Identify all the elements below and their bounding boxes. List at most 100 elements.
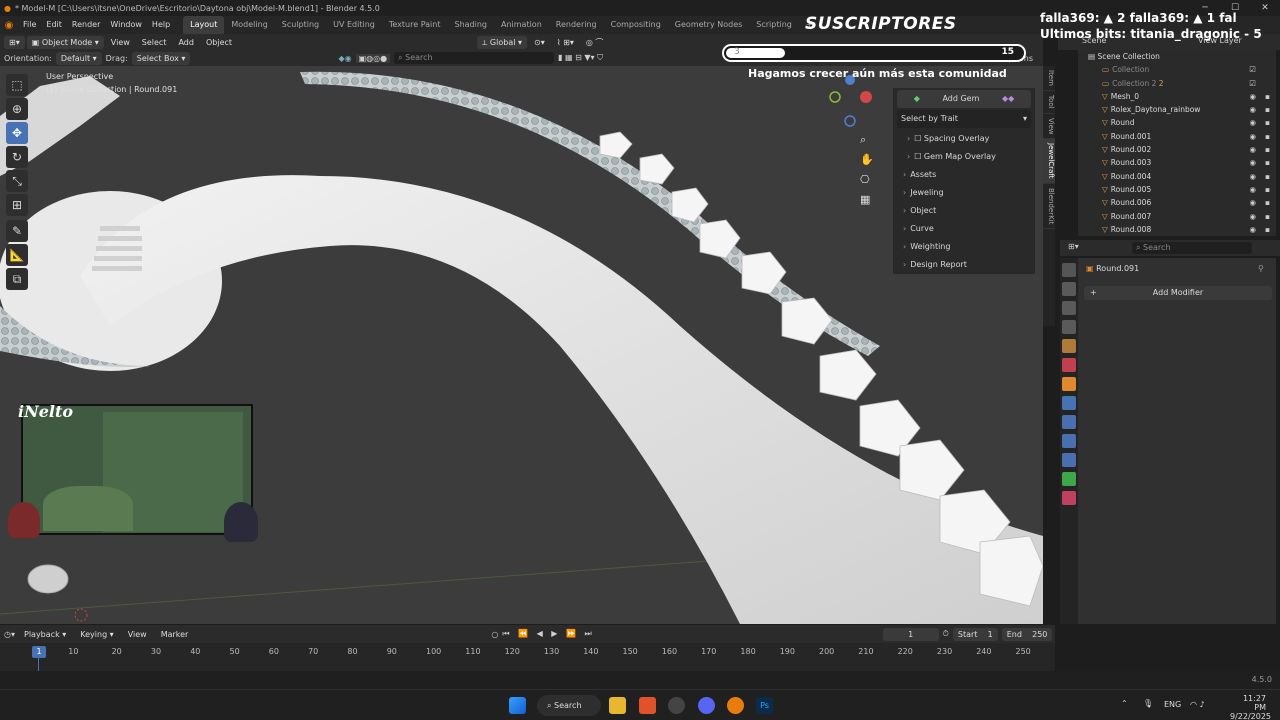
outliner-item[interactable]: ▽ Round ◉ ▪ — [1078, 116, 1276, 129]
tab-geometry-nodes[interactable]: Geometry Nodes — [668, 16, 749, 34]
camera-icon[interactable]: ▪ — [1265, 116, 1270, 129]
tab-uv-editing[interactable]: UV Editing — [326, 16, 382, 34]
view-layer-props-icon[interactable] — [1062, 320, 1076, 334]
add-modifier-button[interactable]: + Add Modifier — [1084, 286, 1272, 300]
eye-icon[interactable]: ◉ — [1249, 90, 1256, 103]
outliner-item[interactable]: ▽ Mesh_0 ◉ ▪ — [1078, 90, 1276, 103]
clock-icon[interactable]: ◷▾ — [4, 630, 15, 639]
eye-icon[interactable]: ◉ — [1249, 196, 1256, 209]
windows-start-icon[interactable] — [509, 697, 526, 714]
checkbox-icon[interactable]: ☑ — [1249, 63, 1256, 76]
properties-editor-type-icon[interactable]: ⊞▾ — [1068, 242, 1079, 251]
outliner-item[interactable]: ▽ Round.005 ◉ ▪ — [1078, 183, 1276, 196]
modifier-props-icon[interactable] — [1062, 396, 1076, 410]
outliner-item[interactable]: ▭ Collection ☑ — [1078, 63, 1276, 76]
camera-icon[interactable]: ▪ — [1265, 143, 1270, 156]
menu-edit[interactable]: Edit — [41, 16, 67, 34]
outliner-item[interactable]: ▽ Round.003 ◉ ▪ — [1078, 156, 1276, 169]
camera-icon[interactable]: ▪ — [1265, 196, 1270, 209]
select-box-icon[interactable]: ⬚ — [6, 74, 28, 96]
camera-icon[interactable]: ▪ — [1265, 156, 1270, 169]
tab-modeling[interactable]: Modeling — [224, 16, 274, 34]
gem-map-overlay-checkbox[interactable]: ☐ — [914, 152, 924, 161]
file-explorer-icon[interactable] — [609, 697, 626, 714]
photoshop-icon[interactable]: Ps — [756, 697, 773, 714]
blender-taskbar-icon[interactable] — [727, 697, 744, 714]
eye-icon[interactable]: ◉ — [1249, 130, 1256, 143]
properties-search[interactable]: ⌕ Search — [1132, 242, 1252, 254]
object-menu[interactable]: Object — [201, 36, 237, 49]
camera-icon[interactable]: ⎔ — [860, 170, 874, 190]
viewport-search[interactable]: ⌕ Search — [394, 52, 555, 64]
record-icon[interactable]: ○ — [491, 630, 498, 639]
tab-animation[interactable]: Animation — [494, 16, 549, 34]
playhead-marker[interactable]: 1 — [32, 646, 46, 658]
keying-menu[interactable]: Keying ▾ — [75, 628, 118, 641]
outliner-item[interactable]: ▽ Round.008 ◉ ▪ — [1078, 223, 1276, 236]
material-props-icon[interactable] — [1062, 491, 1076, 505]
tab-blenderkit[interactable]: BlenderKit — [1043, 184, 1055, 230]
3d-viewport[interactable]: User Perspective (1) Scene Collection | … — [0, 66, 1043, 624]
eye-icon[interactable]: ◉ — [1249, 210, 1256, 223]
data-props-icon[interactable] — [1062, 472, 1076, 486]
tab-item[interactable]: Item — [1043, 66, 1055, 91]
section-curve[interactable]: › Curve — [893, 220, 1035, 238]
camera-icon[interactable]: ▪ — [1265, 90, 1270, 103]
pivot-icon[interactable]: ⊙▾ — [529, 36, 550, 49]
add-cube-tool-icon[interactable]: ⧉ — [6, 268, 28, 290]
microphone-icon[interactable]: 🎙 — [1143, 699, 1153, 708]
clock[interactable]: 11:27 PM 9/22/2025 — [1230, 694, 1271, 720]
particles-props-icon[interactable] — [1062, 415, 1076, 429]
add-gem-button[interactable]: ◆ Add Gem ◆◆ — [897, 90, 1031, 108]
section-assets[interactable]: › Assets — [893, 166, 1035, 184]
tab-shading[interactable]: Shading — [447, 16, 494, 34]
gizmo-x-axis[interactable] — [860, 91, 872, 103]
cursor-tool-icon[interactable]: ⊕ — [6, 98, 28, 120]
add-menu[interactable]: Add — [173, 36, 199, 49]
select-menu[interactable]: Select — [137, 36, 172, 49]
transform-orientation-dropdown[interactable]: ⟂ Global ▾ — [477, 35, 528, 49]
wifi-icon[interactable]: ◠ ♪ — [1190, 700, 1205, 709]
checkbox-icon[interactable]: ☑ — [1249, 77, 1256, 90]
timeline-ruler[interactable]: 1 10 20 30 40 50 60 70 80 90 100 110 120 130 140 150 16… — [0, 643, 1055, 671]
outliner-item[interactable]: ▽ Round.007 ◉ ▪ — [1078, 210, 1276, 223]
eye-icon[interactable]: ◉ — [1249, 156, 1256, 169]
marker-menu[interactable]: Marker — [156, 628, 194, 641]
obs-icon[interactable] — [668, 697, 685, 714]
proportional-edit-icon[interactable]: ◎ ⌒ — [581, 36, 609, 49]
eye-icon[interactable]: ◉ — [1249, 170, 1256, 183]
scene-props-icon[interactable] — [1062, 339, 1076, 353]
camera-icon[interactable]: ▪ — [1265, 210, 1270, 223]
taskbar-search[interactable]: ⌕ Search — [537, 695, 601, 716]
outliner-item[interactable]: ▽ Round.001 ◉ ▪ — [1078, 130, 1276, 143]
timeline-view-menu[interactable]: View — [123, 628, 152, 641]
tab-sculpting[interactable]: Sculpting — [275, 16, 326, 34]
tab-scripting[interactable]: Scripting — [749, 16, 799, 34]
annotate-tool-icon[interactable]: ✎ — [6, 220, 28, 242]
tab-compositing[interactable]: Compositing — [604, 16, 668, 34]
drag-dropdown[interactable]: Select Box ▾ — [131, 51, 191, 65]
tab-texture-paint[interactable]: Texture Paint — [382, 16, 448, 34]
discord-icon[interactable] — [698, 697, 715, 714]
render-props-icon[interactable] — [1062, 282, 1076, 296]
section-jeweling[interactable]: › Jeweling — [893, 184, 1035, 202]
editor-type-button[interactable]: ⊞▾ — [4, 35, 25, 49]
spacing-overlay-checkbox[interactable]: ☐ — [914, 134, 924, 143]
camera-icon[interactable]: ▪ — [1265, 103, 1270, 116]
zoom-icon[interactable]: ⌕ — [860, 130, 874, 150]
tool-props-icon[interactable] — [1062, 263, 1076, 277]
pan-hand-icon[interactable]: ✋ — [860, 150, 874, 170]
tab-rendering[interactable]: Rendering — [549, 16, 604, 34]
end-frame-field[interactable]: End 250 — [1001, 627, 1053, 641]
outliner-item[interactable]: ▽ Rolex_Daytona_rainbow ◉ ▪ — [1078, 103, 1276, 116]
section-weighting[interactable]: › Weighting — [893, 238, 1035, 256]
eye-icon[interactable]: ◉ — [1249, 143, 1256, 156]
language-indicator[interactable]: ENG — [1164, 700, 1181, 709]
gem-map-overlay-row[interactable]: › ☐ Gem Map Overlay — [893, 148, 1035, 166]
tab-tool[interactable]: Tool — [1043, 91, 1055, 114]
move-tool-icon[interactable]: ✥ — [6, 122, 28, 144]
playback-controls[interactable]: ⏮ ⏪ ◀ ▶ ⏩ ⏭ — [502, 629, 594, 639]
tab-layout[interactable]: Layout — [183, 16, 225, 34]
blender-logo-icon[interactable]: ◉ — [0, 16, 18, 34]
eye-icon[interactable]: ◉ — [1249, 116, 1256, 129]
